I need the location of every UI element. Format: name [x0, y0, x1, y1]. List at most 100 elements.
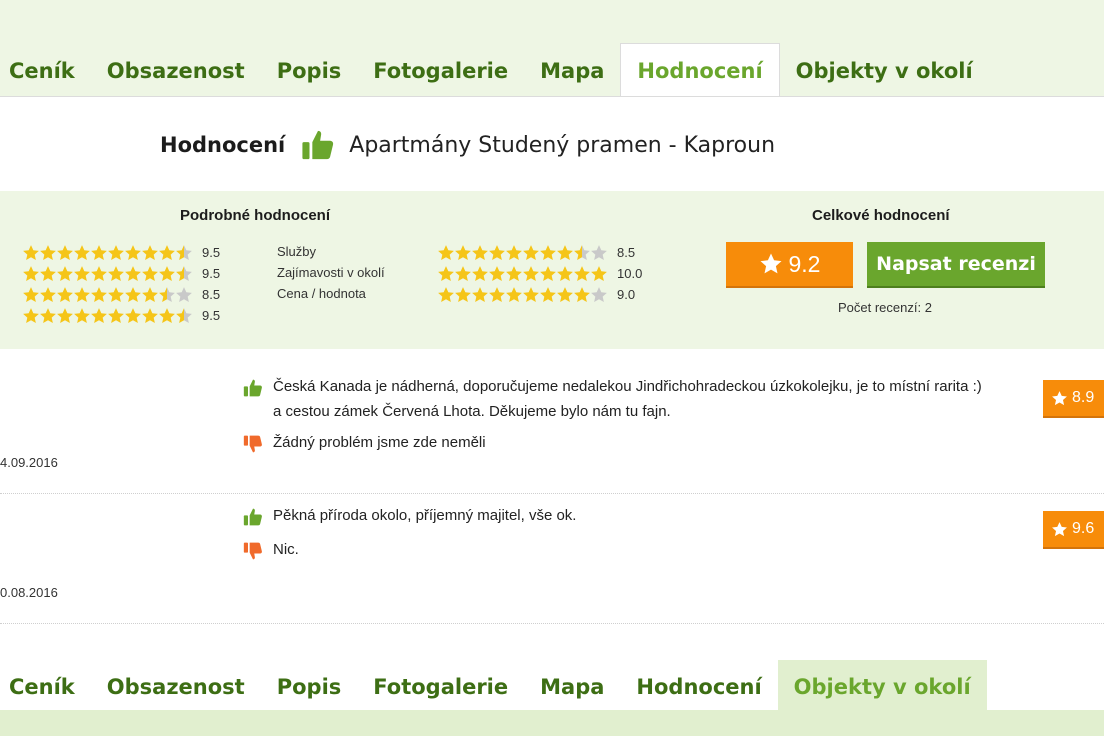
- rating-star-icon: [125, 265, 141, 281]
- star-icon: [1052, 390, 1067, 405]
- rating-star-icon: [23, 265, 39, 281]
- tab-mapa[interactable]: Mapa: [524, 660, 620, 712]
- rating-star-icon: [591, 244, 607, 260]
- star-rating-value: 8.5: [202, 287, 221, 302]
- tab-obsazenost[interactable]: Obsazenost: [91, 660, 261, 712]
- thumbs-down-icon: [243, 435, 262, 453]
- rating-star-icon: [159, 244, 175, 260]
- star-rating: [22, 286, 192, 304]
- review-score: 8.9: [1072, 389, 1095, 406]
- category-label-zajimavosti: Zajímavosti v okolí: [277, 265, 385, 280]
- rating-star-icon: [540, 286, 556, 302]
- rating-star-icon: [438, 286, 454, 302]
- star-icon: [760, 253, 781, 274]
- thumbs-up-icon: [302, 130, 334, 160]
- rating-star-icon: [159, 307, 175, 323]
- rating-star-icon: [40, 286, 56, 302]
- rating-star-icon: [438, 265, 454, 281]
- star-rating-row: 9.5: [22, 242, 220, 263]
- star-rating-value: 9.5: [202, 308, 221, 323]
- star-icon: [1052, 521, 1067, 536]
- rating-star-icon: [159, 286, 175, 302]
- rating-star-icon: [74, 307, 90, 323]
- review-positive: Pěkná příroda okolo, příjemný majitel, v…: [243, 507, 576, 528]
- rating-star-icon: [40, 265, 56, 281]
- rating-star-icon: [557, 286, 573, 302]
- tab-fotogalerie[interactable]: Fotogalerie: [357, 660, 524, 712]
- rating-star-icon: [540, 244, 556, 260]
- rating-star-icon: [506, 265, 522, 281]
- rating-star-icon: [142, 307, 158, 323]
- rating-star-icon: [159, 265, 175, 281]
- rating-star-icon: [142, 244, 158, 260]
- write-review-button[interactable]: Napsat recenzi: [867, 242, 1045, 288]
- review-score-badge: 9.6: [1043, 511, 1104, 549]
- review-score-badge: 8.9: [1043, 380, 1104, 418]
- tab-hodnoceni[interactable]: Hodnocení: [620, 660, 777, 712]
- tab-fotogalerie[interactable]: Fotogalerie: [357, 44, 524, 96]
- review-positive: Česká Kanada je nádherná, doporučujeme n…: [243, 378, 982, 424]
- star-rating-value: 8.5: [617, 245, 636, 260]
- rating-star-icon: [472, 265, 488, 281]
- rating-star-icon: [91, 286, 107, 302]
- review-negative: Žádný problém jsme zde neměli: [243, 434, 486, 455]
- rating-star-icon: [57, 244, 73, 260]
- tab-mapa[interactable]: Mapa: [524, 44, 620, 96]
- star-rating-row: 9.5: [22, 305, 220, 326]
- review-positive-text: Pěkná příroda okolo, příjemný majitel, v…: [273, 507, 577, 524]
- tab-hodnoceni[interactable]: Hodnocení: [620, 43, 780, 96]
- rating-star-icon: [40, 244, 56, 260]
- tab-cenik[interactable]: Ceník: [0, 44, 91, 96]
- review-negative-text: Žádný problém jsme zde neměli: [273, 434, 486, 451]
- rating-star-icon: [74, 286, 90, 302]
- review-score: 9.6: [1072, 520, 1095, 537]
- tab-popis[interactable]: Popis: [261, 44, 358, 96]
- star-rating-row: 10.0: [437, 263, 642, 284]
- rating-star-icon: [108, 307, 124, 323]
- star-rating-value: 9.5: [202, 266, 221, 281]
- property-name: Apartmány Studený pramen - Kaproun: [349, 132, 776, 158]
- thumbs-down-icon: [243, 542, 262, 560]
- rating-star-icon: [455, 265, 471, 281]
- review-item: Pěkná příroda okolo, příjemný majitel, v…: [0, 494, 1104, 624]
- rating-star-icon: [74, 265, 90, 281]
- rating-star-icon: [176, 265, 192, 281]
- rating-star-icon: [438, 244, 454, 260]
- page-title: Hodnocení: [160, 133, 286, 157]
- rating-star-icon: [125, 307, 141, 323]
- rating-star-icon: [591, 265, 607, 281]
- tab-objekty-v-okoli[interactable]: Objekty v okolí: [780, 44, 989, 96]
- review-negative: Nic.: [243, 541, 299, 562]
- review-count: Počet recenzí: 2: [838, 300, 932, 315]
- rating-star-icon: [176, 307, 192, 323]
- review-negative-text: Nic.: [273, 541, 299, 558]
- rating-star-icon: [489, 265, 505, 281]
- star-rating: [437, 244, 607, 262]
- tab-bar-bottom: Ceník Obsazenost Popis Fotogalerie Mapa …: [0, 660, 1104, 736]
- rating-star-icon: [23, 307, 39, 323]
- rating-star-icon: [523, 265, 539, 281]
- thumbs-up-icon: [243, 379, 262, 397]
- rating-star-icon: [506, 286, 522, 302]
- rating-star-icon: [125, 286, 141, 302]
- tab-obsazenost[interactable]: Obsazenost: [91, 44, 261, 96]
- rating-star-icon: [91, 244, 107, 260]
- tab-cenik[interactable]: Ceník: [0, 660, 91, 712]
- review-item: Česká Kanada je nádherná, doporučujeme n…: [0, 349, 1104, 494]
- rating-star-icon: [108, 265, 124, 281]
- rating-star-icon: [523, 286, 539, 302]
- rating-star-icon: [472, 244, 488, 260]
- rating-star-icon: [506, 244, 522, 260]
- rating-star-icon: [489, 244, 505, 260]
- review-date: 4.09.2016: [0, 455, 58, 470]
- rating-star-icon: [574, 286, 590, 302]
- star-rating: [22, 244, 192, 262]
- rating-star-icon: [489, 286, 505, 302]
- rating-star-icon: [455, 286, 471, 302]
- tab-objekty-v-okoli[interactable]: Objekty v okolí: [777, 660, 987, 712]
- rating-star-icon: [23, 244, 39, 260]
- rating-star-icon: [176, 286, 192, 302]
- tab-popis[interactable]: Popis: [261, 660, 358, 712]
- overall-score-button[interactable]: 9.2: [726, 242, 853, 288]
- star-rating-value: 9.5: [202, 245, 221, 260]
